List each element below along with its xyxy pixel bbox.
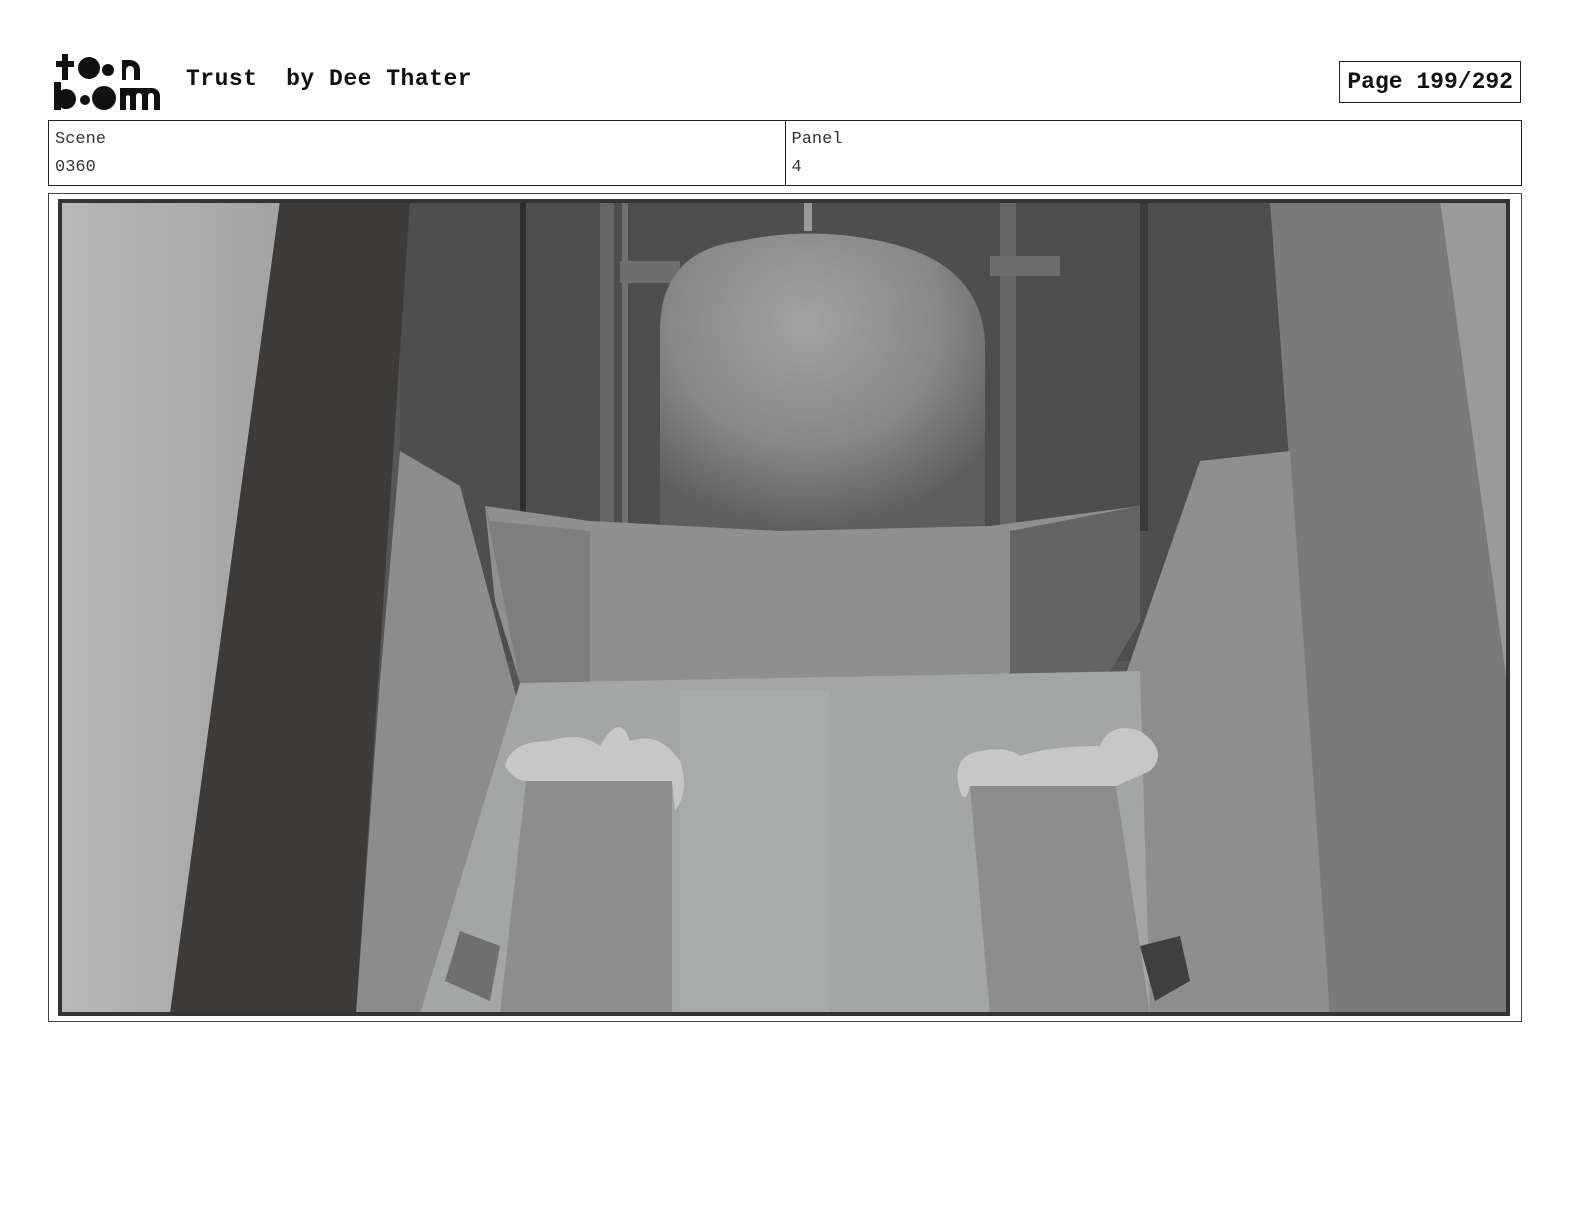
- toon-boom-logo: [52, 52, 164, 112]
- scene-panel-info: Scene 0360 Panel 4: [48, 120, 1522, 186]
- scene-cell: Scene 0360: [49, 121, 785, 185]
- scene-value: 0360: [55, 158, 96, 177]
- scene-label: Scene: [55, 130, 107, 149]
- page-number: Page 199/292: [1339, 61, 1521, 103]
- document-title: Trust by Dee Thater: [186, 66, 473, 92]
- storyboard-panel-image: [58, 199, 1510, 1016]
- panel-cell: Panel 4: [784, 121, 1522, 185]
- panel-value: 4: [791, 158, 802, 177]
- panel-label: Panel: [791, 130, 843, 149]
